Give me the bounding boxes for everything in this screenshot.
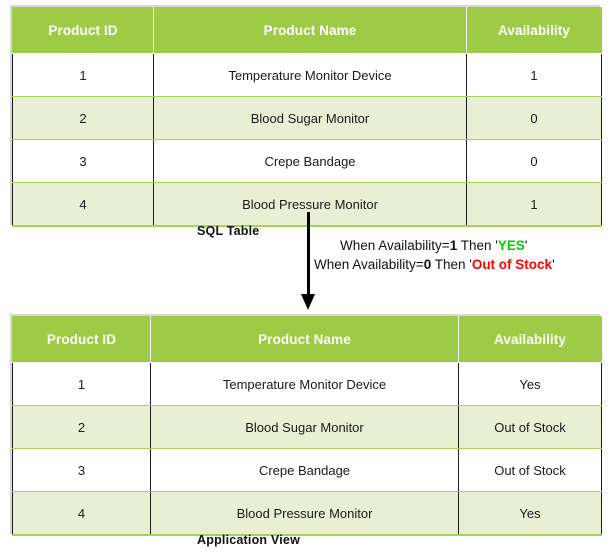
application-view-table: Product ID Product Name Availability 1 T… — [12, 316, 602, 536]
arrow-head — [301, 294, 315, 310]
annotation-line1-prefix: When Availability= — [340, 238, 450, 253]
cell-product-id: 4 — [12, 182, 154, 227]
arrow-shaft — [307, 212, 310, 296]
table-header-row: Product ID Product Name Availability — [12, 316, 602, 363]
cell-availability: Yes — [458, 491, 602, 536]
annotation-line2-prefix: When Availability= — [314, 257, 424, 272]
table-row: 4 Blood Pressure Monitor Yes — [12, 491, 602, 536]
cell-product-name: Temperature Monitor Device — [150, 362, 459, 406]
cell-availability: 1 — [466, 182, 602, 227]
cell-product-name: Crepe Bandage — [153, 139, 467, 183]
annotation-line-2: When Availability=0 Then 'Out of Stock' — [314, 255, 555, 274]
cell-product-id: 3 — [12, 139, 154, 183]
sql-col-header-product-id: Product ID — [12, 7, 154, 54]
sql-table-body: 1 Temperature Monitor Device 1 2 Blood S… — [12, 53, 602, 227]
cell-availability: Yes — [458, 362, 602, 406]
sql-col-header-product-name: Product Name — [153, 7, 467, 54]
table-row: 2 Blood Sugar Monitor 0 — [12, 96, 602, 140]
diagram-canvas: Product ID Product Name Availability 1 T… — [0, 0, 613, 557]
annotation-line2-result: Out of Stock — [471, 257, 553, 272]
sql-table: Product ID Product Name Availability 1 T… — [12, 7, 602, 227]
cell-product-id: 1 — [12, 53, 154, 97]
cell-availability: 0 — [466, 139, 602, 183]
cell-product-name: Blood Sugar Monitor — [150, 405, 459, 449]
sql-col-header-availability: Availability — [466, 7, 602, 54]
app-table-body: 1 Temperature Monitor Device Yes 2 Blood… — [12, 362, 602, 536]
annotation-line1-suffix: ' — [524, 238, 528, 253]
app-table-head: Product ID Product Name Availability — [12, 316, 602, 363]
annotation-line2-middle: Then ' — [431, 257, 472, 272]
cell-availability: Out of Stock — [458, 405, 602, 449]
sql-table-caption: SQL Table — [197, 224, 260, 238]
table-row: 3 Crepe Bandage 0 — [12, 139, 602, 183]
cell-availability: 0 — [466, 96, 602, 140]
annotation-line1-result: YES — [497, 238, 525, 253]
annotation-line-1: When Availability=1 Then 'YES' — [340, 236, 555, 255]
cell-availability: 1 — [466, 53, 602, 97]
cell-product-name: Blood Sugar Monitor — [153, 96, 467, 140]
cell-product-id: 1 — [12, 362, 151, 406]
app-col-header-product-id: Product ID — [12, 316, 151, 363]
app-col-header-availability: Availability — [458, 316, 602, 363]
transformation-annotation: When Availability=1 Then 'YES' When Avai… — [314, 236, 555, 274]
cell-product-name: Temperature Monitor Device — [153, 53, 467, 97]
cell-product-name: Crepe Bandage — [150, 448, 459, 492]
table-row: 1 Temperature Monitor Device 1 — [12, 53, 602, 97]
table-header-row: Product ID Product Name Availability — [12, 7, 602, 54]
cell-product-id: 3 — [12, 448, 151, 492]
application-view-caption: Application View — [197, 533, 300, 547]
sql-table-head: Product ID Product Name Availability — [12, 7, 602, 54]
table-row: 3 Crepe Bandage Out of Stock — [12, 448, 602, 492]
app-col-header-product-name: Product Name — [150, 316, 459, 363]
cell-product-id: 2 — [12, 96, 154, 140]
table-row: 1 Temperature Monitor Device Yes — [12, 362, 602, 406]
annotation-line1-middle: Then ' — [457, 238, 498, 253]
cell-availability: Out of Stock — [458, 448, 602, 492]
cell-product-id: 2 — [12, 405, 151, 449]
table-row: 2 Blood Sugar Monitor Out of Stock — [12, 405, 602, 449]
annotation-line2-suffix: ' — [552, 257, 555, 272]
cell-product-name: Blood Pressure Monitor — [150, 491, 459, 536]
cell-product-id: 4 — [12, 491, 151, 536]
